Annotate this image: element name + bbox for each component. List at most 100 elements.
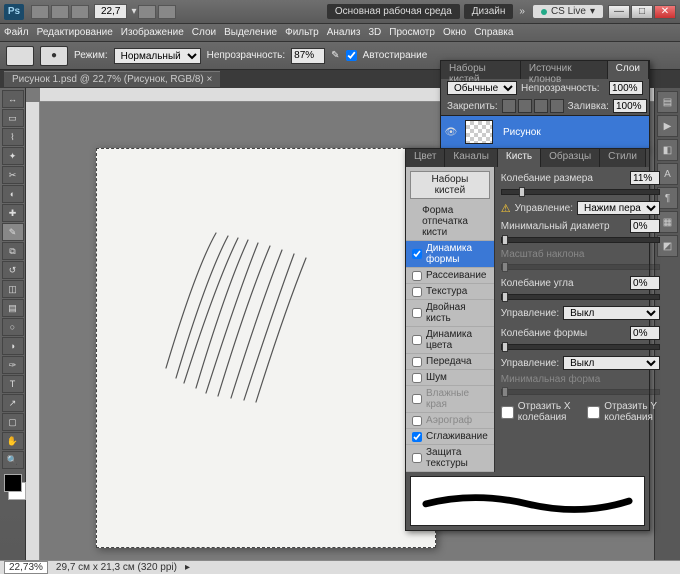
lock-all-icon[interactable] <box>550 99 564 113</box>
path-tool[interactable]: ↗ <box>2 394 24 412</box>
menu-window[interactable]: Окно <box>443 27 466 38</box>
close-tab-icon[interactable]: × <box>207 74 213 85</box>
workspace-design-button[interactable]: Дизайн <box>464 4 514 19</box>
brush-setting-checkbox[interactable] <box>412 453 422 463</box>
cslive-button[interactable]: CS Live▾ <box>533 5 603 18</box>
brush-setting-checkbox[interactable] <box>412 335 422 345</box>
canvas[interactable] <box>96 148 436 548</box>
menu-select[interactable]: Выделение <box>224 27 277 38</box>
move-tool[interactable]: ↔ <box>2 90 24 108</box>
menu-filter[interactable]: Фильтр <box>285 27 319 38</box>
brush-setting-item[interactable]: Динамика цвета <box>406 327 494 354</box>
tab-brush[interactable]: Кисть <box>498 149 541 167</box>
brush-setting-item[interactable]: Текстура <box>406 284 494 300</box>
blend-mode-select[interactable]: Нормальный <box>114 48 201 64</box>
layer-opacity-input[interactable] <box>609 81 643 95</box>
dock-actions-icon[interactable]: ▶ <box>657 115 678 137</box>
titlebar-button[interactable] <box>31 5 49 19</box>
menu-edit[interactable]: Редактирование <box>37 27 113 38</box>
titlebar-button[interactable] <box>71 5 89 19</box>
layer-blend-select[interactable]: Обычные <box>447 81 517 95</box>
opacity-input[interactable] <box>291 48 325 64</box>
brush-setting-checkbox[interactable] <box>412 287 422 297</box>
brush-setting-item[interactable]: Защита текстуры <box>406 445 494 472</box>
close-button[interactable]: ✕ <box>654 5 676 19</box>
dodge-tool[interactable]: ◑ <box>2 337 24 355</box>
brush-setting-checkbox[interactable] <box>412 432 422 442</box>
tab-channels[interactable]: Каналы <box>445 149 498 167</box>
lock-transparency-icon[interactable] <box>502 99 516 113</box>
history-brush-tool[interactable]: ↺ <box>2 261 24 279</box>
brush-setting-checkbox[interactable] <box>412 271 422 281</box>
lock-pixels-icon[interactable] <box>518 99 532 113</box>
eyedropper-tool[interactable]: ◐ <box>2 185 24 203</box>
eraser-tool[interactable]: ◫ <box>2 280 24 298</box>
pen-tool[interactable]: ✑ <box>2 356 24 374</box>
roundness-control-select[interactable]: Выкл <box>563 356 660 370</box>
tab-clone-source[interactable]: Источник клонов <box>521 61 608 79</box>
brush-setting-item[interactable]: Аэрограф <box>406 413 494 429</box>
min-diameter-input[interactable] <box>630 219 660 233</box>
chevron-down-icon[interactable]: ▾ <box>131 6 136 17</box>
menu-3d[interactable]: 3D <box>368 27 381 38</box>
wand-tool[interactable]: ✦ <box>2 147 24 165</box>
gradient-tool[interactable]: ▤ <box>2 299 24 317</box>
stamp-tool[interactable]: ⧉ <box>2 242 24 260</box>
roundness-jitter-slider[interactable] <box>501 344 660 350</box>
foreground-swatch[interactable] <box>4 474 22 492</box>
zoom-tool[interactable]: 🔍 <box>2 451 24 469</box>
lasso-tool[interactable]: ⌇ <box>2 128 24 146</box>
tab-brush-presets[interactable]: Наборы кистей <box>441 61 521 79</box>
menu-image[interactable]: Изображение <box>121 27 184 38</box>
brush-setting-item[interactable]: Сглаживание <box>406 429 494 445</box>
menu-file[interactable]: Файл <box>4 27 29 38</box>
type-tool[interactable]: T <box>2 375 24 393</box>
titlebar-button[interactable] <box>138 5 156 19</box>
lock-position-icon[interactable] <box>534 99 548 113</box>
min-diameter-slider[interactable] <box>501 237 660 243</box>
brush-setting-item[interactable]: Двойная кисть <box>406 300 494 327</box>
brush-preview[interactable]: ● <box>40 46 68 66</box>
brush-setting-checkbox[interactable] <box>412 308 422 318</box>
document-tab[interactable]: Рисунок 1.psd @ 22,7% (Рисунок, RGB/8) × <box>4 71 220 87</box>
angle-jitter-input[interactable] <box>630 276 660 290</box>
maximize-button[interactable]: □ <box>631 5 653 19</box>
menu-view[interactable]: Просмотр <box>389 27 435 38</box>
crop-tool[interactable]: ✂ <box>2 166 24 184</box>
brush-presets-button[interactable]: Наборы кистей <box>410 171 490 199</box>
brush-setting-checkbox[interactable] <box>412 416 422 426</box>
vertical-ruler[interactable] <box>26 102 40 560</box>
visibility-toggle-icon[interactable]: 👁 <box>441 127 461 138</box>
flip-y-checkbox[interactable] <box>587 406 600 419</box>
brush-setting-item[interactable]: Передача <box>406 354 494 370</box>
tool-preset-picker[interactable] <box>6 46 34 66</box>
size-control-select[interactable]: Нажим пера <box>577 201 660 215</box>
dock-properties-icon[interactable]: ◧ <box>657 139 678 161</box>
chevron-right-icon[interactable]: ▸ <box>185 562 190 573</box>
layer-fill-input[interactable] <box>613 99 647 113</box>
brush-setting-item[interactable]: Влажные края <box>406 386 494 413</box>
marquee-tool[interactable]: ▭ <box>2 109 24 127</box>
angle-control-select[interactable]: Выкл <box>563 306 660 320</box>
layer-row[interactable]: 👁 Рисунок <box>441 116 649 148</box>
tab-layers[interactable]: Слои <box>608 61 649 79</box>
brush-setting-item[interactable]: Шум <box>406 370 494 386</box>
size-jitter-input[interactable] <box>630 171 660 185</box>
brush-setting-item[interactable]: Динамика формы <box>406 241 494 268</box>
angle-jitter-slider[interactable] <box>501 294 660 300</box>
flip-x-checkbox[interactable] <box>501 406 514 419</box>
healing-tool[interactable]: ✚ <box>2 204 24 222</box>
roundness-jitter-input[interactable] <box>630 326 660 340</box>
brush-setting-checkbox[interactable] <box>412 357 422 367</box>
menu-layers[interactable]: Слои <box>192 27 216 38</box>
brush-setting-checkbox[interactable] <box>412 249 422 259</box>
brush-setting-item[interactable]: Форма отпечатка кисти <box>406 203 494 241</box>
size-jitter-slider[interactable] <box>501 189 660 195</box>
hand-tool[interactable]: ✋ <box>2 432 24 450</box>
pressure-opacity-icon[interactable]: ✎ <box>331 50 339 61</box>
tab-color[interactable]: Цвет <box>406 149 445 167</box>
dock-history-icon[interactable]: ▤ <box>657 91 678 113</box>
brush-setting-item[interactable]: Рассеивание <box>406 268 494 284</box>
minimize-button[interactable]: — <box>608 5 630 19</box>
menu-help[interactable]: Справка <box>474 27 513 38</box>
